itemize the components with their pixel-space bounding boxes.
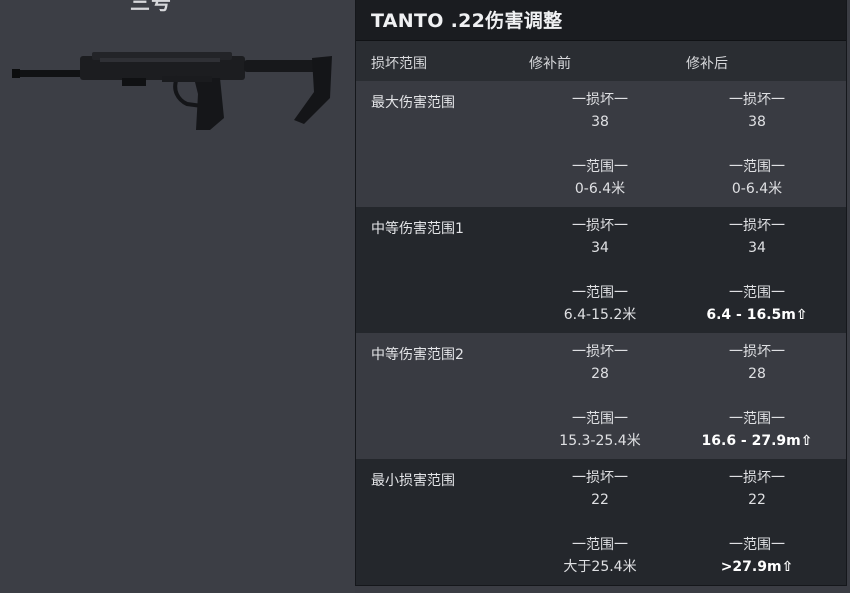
range-caption: 一范围一 bbox=[572, 159, 628, 175]
damage-caption: 一损坏一 bbox=[729, 344, 785, 360]
header-damage-range: 损坏范围 bbox=[371, 56, 427, 72]
before-range-cell: 一范围一 6.4-15.2米 bbox=[540, 282, 660, 326]
damage-caption: 一损坏一 bbox=[572, 218, 628, 234]
damage-caption: 一损坏一 bbox=[729, 470, 785, 486]
after-range-cell: 一范围一 >27.9m⇧ bbox=[697, 534, 817, 578]
range-caption: 一范围一 bbox=[729, 285, 785, 301]
range-value: 0-6.4米 bbox=[574, 181, 626, 197]
damage-value: 34 bbox=[748, 240, 766, 256]
after-damage-cell: 一损坏一 22 bbox=[697, 467, 817, 511]
range-value: 6.4-15.2米 bbox=[563, 307, 637, 323]
before-damage-cell: 一损坏一 22 bbox=[540, 467, 660, 511]
range-value-changed: 16.6 - 27.9m⇧ bbox=[701, 433, 813, 449]
damage-caption: 一损坏一 bbox=[572, 344, 628, 360]
range-value: 0-6.4米 bbox=[731, 181, 783, 197]
header-before: 修补前 bbox=[529, 56, 571, 72]
damage-value: 22 bbox=[748, 492, 766, 508]
range-caption: 一范围一 bbox=[729, 159, 785, 175]
damage-caption: 一损坏一 bbox=[729, 92, 785, 108]
range-value: 15.3-25.4米 bbox=[559, 433, 641, 449]
range-caption: 一范围一 bbox=[572, 285, 628, 301]
smg-weapon-image bbox=[12, 52, 332, 130]
damage-caption: 一损坏一 bbox=[572, 470, 628, 486]
damage-caption: 一损坏一 bbox=[572, 92, 628, 108]
damage-value: 38 bbox=[748, 114, 766, 130]
damage-adjustment-panel: TANTO .22伤害调整 损坏范围 修补前 修补后 最大伤害范围 一损坏一 3… bbox=[355, 0, 847, 586]
range-caption: 一范围一 bbox=[729, 537, 785, 553]
before-damage-cell: 一损坏一 28 bbox=[540, 341, 660, 385]
table-row: 最大伤害范围 一损坏一 38 一损坏一 38 一范围一 0-6.4米 一范围一 … bbox=[356, 81, 846, 207]
after-damage-cell: 一损坏一 28 bbox=[697, 341, 817, 385]
weapon-preview-pane: 三号 bbox=[0, 0, 355, 593]
after-range-cell: 一范围一 16.6 - 27.9m⇧ bbox=[697, 408, 817, 452]
after-damage-cell: 一损坏一 34 bbox=[697, 215, 817, 259]
range-caption: 一范围一 bbox=[729, 411, 785, 427]
range-value-changed: 6.4 - 16.5m⇧ bbox=[706, 307, 808, 323]
damage-value: 22 bbox=[591, 492, 609, 508]
range-caption: 一范围一 bbox=[572, 537, 628, 553]
before-range-cell: 一范围一 15.3-25.4米 bbox=[540, 408, 660, 452]
after-range-cell: 一范围一 6.4 - 16.5m⇧ bbox=[697, 282, 817, 326]
range-value: 大于25.4米 bbox=[563, 559, 637, 575]
range-caption: 一范围一 bbox=[572, 411, 628, 427]
table-row: 中等伤害范围1 一损坏一 34 一损坏一 34 一范围一 6.4-15.2米 一… bbox=[356, 207, 846, 333]
header-after: 修补后 bbox=[686, 56, 728, 72]
row-label: 中等伤害范围1 bbox=[371, 221, 464, 237]
column-header-row: 损坏范围 修补前 修补后 bbox=[356, 41, 846, 81]
cropped-heading: 三号 bbox=[130, 0, 172, 14]
damage-caption: 一损坏一 bbox=[729, 218, 785, 234]
row-label: 最小损害范围 bbox=[371, 473, 455, 489]
table-row: 最小损害范围 一损坏一 22 一损坏一 22 一范围一 大于25.4米 一范围一… bbox=[356, 459, 846, 585]
panel-title: TANTO .22伤害调整 bbox=[371, 10, 563, 32]
before-damage-cell: 一损坏一 38 bbox=[540, 89, 660, 133]
after-damage-cell: 一损坏一 38 bbox=[697, 89, 817, 133]
before-range-cell: 一范围一 0-6.4米 bbox=[540, 156, 660, 200]
after-range-cell: 一范围一 0-6.4米 bbox=[697, 156, 817, 200]
table-row: 中等伤害范围2 一损坏一 28 一损坏一 28 一范围一 15.3-25.4米 … bbox=[356, 333, 846, 459]
panel-header: TANTO .22伤害调整 bbox=[356, 0, 846, 41]
damage-value: 38 bbox=[591, 114, 609, 130]
before-damage-cell: 一损坏一 34 bbox=[540, 215, 660, 259]
damage-value: 28 bbox=[591, 366, 609, 382]
damage-value: 28 bbox=[748, 366, 766, 382]
damage-value: 34 bbox=[591, 240, 609, 256]
row-label: 中等伤害范围2 bbox=[371, 347, 464, 363]
range-value-changed: >27.9m⇧ bbox=[720, 559, 794, 575]
row-label: 最大伤害范围 bbox=[371, 95, 455, 111]
before-range-cell: 一范围一 大于25.4米 bbox=[540, 534, 660, 578]
